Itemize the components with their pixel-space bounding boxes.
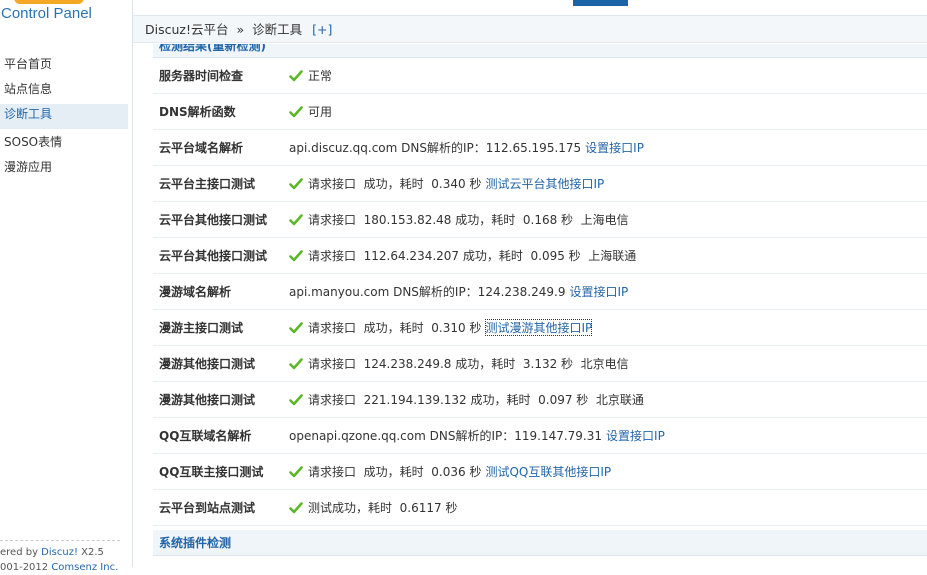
add-shortcut-button[interactable]: [+] [312, 22, 332, 37]
top-nav [133, 0, 927, 8]
row-action-link[interactable]: 设置接口IP [606, 427, 665, 444]
logo[interactable]: Control Panel [0, 0, 133, 40]
row-action-link[interactable]: 测试漫游其他接口IP [485, 319, 593, 336]
row-label: 服务器时间检查 [159, 69, 244, 83]
result-row: 漫游其他接口测试 请求接口 221.194.139.132 成功，耗时 0.097… [153, 382, 927, 418]
row-status-text: 请求接口 成功，耗时 0.036 秒 [308, 465, 482, 479]
check-icon [289, 213, 303, 227]
footer: ered by Discuz! X2.5 001-2012 Comsenz In… [0, 540, 120, 575]
sidebar: Control Panel 平台首页 站点信息 诊断工具 SOSO表情 漫游应用 ere… [0, 0, 133, 573]
check-icon [289, 105, 303, 119]
row-status-text: 请求接口 221.194.139.132 成功，耗时 0.097 秒 北京联通 [308, 393, 644, 407]
logo-mark [14, 0, 84, 4]
row-value: 测试成功，耗时 0.6117 秒 [289, 499, 457, 516]
logo-text: Control Panel [1, 5, 92, 22]
row-action-link[interactable]: 测试QQ互联其他接口IP [485, 463, 611, 480]
row-label: 云平台域名解析 [159, 141, 244, 155]
result-row: 漫游主接口测试 请求接口 成功，耗时 0.310 秒测试漫游其他接口IP [153, 310, 927, 346]
top-nav-active-tab[interactable] [573, 0, 628, 6]
row-status-text: 正常 [308, 69, 333, 83]
row-status-text: 请求接口 成功，耗时 0.310 秒 [308, 321, 482, 335]
result-rows: 服务器时间检查 正常 DNS解析函数 可用云平台域名解析 api.discuz.qq.c… [153, 58, 927, 526]
result-row: 云平台域名解析 api.discuz.qq.com DNS解析的IP：112.65… [153, 130, 927, 166]
check-icon [289, 465, 303, 479]
footer-comsenz-link[interactable]: Comsenz Inc. [51, 562, 118, 573]
row-action-link[interactable]: 设置接口IP [585, 139, 644, 156]
row-value: api.discuz.qq.com DNS解析的IP：112.65.195.17… [289, 139, 644, 156]
row-status-text: 可用 [308, 105, 333, 119]
footer-version: X2.5 [77, 547, 104, 558]
breadcrumb-root[interactable]: Discuz!云平台 [145, 22, 228, 37]
sidebar-item-0[interactable]: 平台首页 [0, 54, 128, 79]
row-value: 可用 [289, 103, 332, 120]
diagnostics-table: 检测结果(重新检测) 服务器时间检查 正常 DNS解析函数 可用云平台域名解析 api.… [153, 44, 927, 567]
row-status-text: openapi.qzone.qq.com DNS解析的IP：119.147.79… [289, 429, 603, 443]
footer-text: ered by [0, 547, 42, 558]
row-label: 云平台到站点测试 [159, 501, 256, 515]
result-row: QQ互联域名解析 openapi.qzone.qq.com DNS解析的IP：11… [153, 418, 927, 454]
check-icon [289, 321, 303, 335]
row-value: 请求接口 成功，耗时 0.310 秒测试漫游其他接口IP [289, 319, 593, 336]
breadcrumb-current: 诊断工具 [252, 22, 303, 37]
check-icon [289, 249, 303, 263]
row-value: 请求接口 221.194.139.132 成功，耗时 0.097 秒 北京联通 [289, 391, 644, 408]
result-row: 云平台其他接口测试 请求接口 180.153.82.48 成功，耗时 0.168 … [153, 202, 927, 238]
row-value: 正常 [289, 67, 332, 84]
result-row: 云平台其他接口测试 请求接口 112.64.234.207 成功，耗时 0.095… [153, 238, 927, 274]
row-label: 云平台主接口测试 [159, 177, 256, 191]
row-value: 请求接口 成功，耗时 0.036 秒测试QQ互联其他接口IP [289, 463, 611, 480]
row-label: 漫游主接口测试 [159, 321, 244, 335]
row-label: 漫游其他接口测试 [159, 357, 256, 371]
sidebar-item-4[interactable]: 漫游应用 [0, 157, 128, 182]
result-row: DNS解析函数 可用 [153, 94, 927, 130]
result-row: 云平台到站点测试 测试成功，耗时 0.6117 秒 [153, 490, 927, 526]
footer-copyright: 001-2012 [0, 562, 52, 573]
row-value: openapi.qzone.qq.com DNS解析的IP：119.147.79… [289, 427, 665, 444]
row-label: QQ互联主接口测试 [159, 465, 264, 479]
row-label: QQ互联域名解析 [159, 429, 252, 443]
result-row: 漫游域名解析 api.manyou.com DNS解析的IP：124.238.24… [153, 274, 927, 310]
row-status-text: 测试成功，耗时 0.6117 秒 [308, 501, 458, 515]
row-label: 云平台其他接口测试 [159, 213, 268, 227]
row-label: 云平台其他接口测试 [159, 249, 268, 263]
row-action-link[interactable]: 设置接口IP [569, 283, 628, 300]
sidebar-item-1[interactable]: 站点信息 [0, 79, 128, 104]
row-status-text: api.discuz.qq.com DNS解析的IP：112.65.195.17… [289, 141, 582, 155]
check-icon [289, 501, 303, 515]
check-icon [289, 177, 303, 191]
sidebar-menu: 平台首页 站点信息 诊断工具 SOSO表情 漫游应用 [0, 54, 128, 182]
row-status-text: 请求接口 124.238.249.8 成功，耗时 3.132 秒 北京电信 [308, 357, 629, 371]
section-header-results: 检测结果(重新检测) [153, 44, 927, 58]
row-label: 漫游域名解析 [159, 285, 232, 299]
sidebar-item-3[interactable]: SOSO表情 [0, 132, 128, 157]
result-row: 服务器时间检查 正常 [153, 58, 927, 94]
row-value: 请求接口 成功，耗时 0.340 秒测试云平台其他接口IP [289, 175, 604, 192]
check-icon [289, 357, 303, 371]
row-label: DNS解析函数 [159, 105, 236, 119]
section-header-plugins: 系统插件检测 [153, 530, 927, 556]
result-row: 漫游其他接口测试 请求接口 124.238.249.8 成功，耗时 3.132 秒… [153, 346, 927, 382]
row-status-text: 请求接口 112.64.234.207 成功，耗时 0.095 秒 上海联通 [308, 249, 637, 263]
row-value: 请求接口 112.64.234.207 成功，耗时 0.095 秒 上海联通 [289, 247, 636, 264]
check-icon [289, 393, 303, 407]
check-icon [289, 69, 303, 83]
row-action-link[interactable]: 测试云平台其他接口IP [485, 175, 604, 192]
main-panel: Discuz!云平台 » 诊断工具 [+] 检测结果(重新检测) 服务器时间检查… [133, 8, 927, 567]
row-value: 请求接口 124.238.249.8 成功，耗时 3.132 秒 北京电信 [289, 355, 629, 372]
row-status-text: 请求接口 成功，耗时 0.340 秒 [308, 177, 482, 191]
row-status-text: 请求接口 180.153.82.48 成功，耗时 0.168 秒 上海电信 [308, 213, 629, 227]
result-row: 云平台主接口测试 请求接口 成功，耗时 0.340 秒测试云平台其他接口IP [153, 166, 927, 202]
result-row: QQ互联主接口测试 请求接口 成功，耗时 0.036 秒测试QQ互联其他接口IP [153, 454, 927, 490]
row-status-text: api.manyou.com DNS解析的IP：124.238.249.9 [289, 285, 566, 299]
row-value: 请求接口 180.153.82.48 成功，耗时 0.168 秒 上海电信 [289, 211, 629, 228]
breadcrumb-separator: » [236, 22, 245, 37]
sidebar-item-2[interactable]: 诊断工具 [0, 104, 128, 129]
row-value: api.manyou.com DNS解析的IP：124.238.249.9 设置接… [289, 283, 628, 300]
breadcrumb: Discuz!云平台 » 诊断工具 [+] [133, 15, 927, 43]
row-label: 漫游其他接口测试 [159, 393, 256, 407]
footer-discuz-link[interactable]: Discuz! [41, 547, 78, 558]
